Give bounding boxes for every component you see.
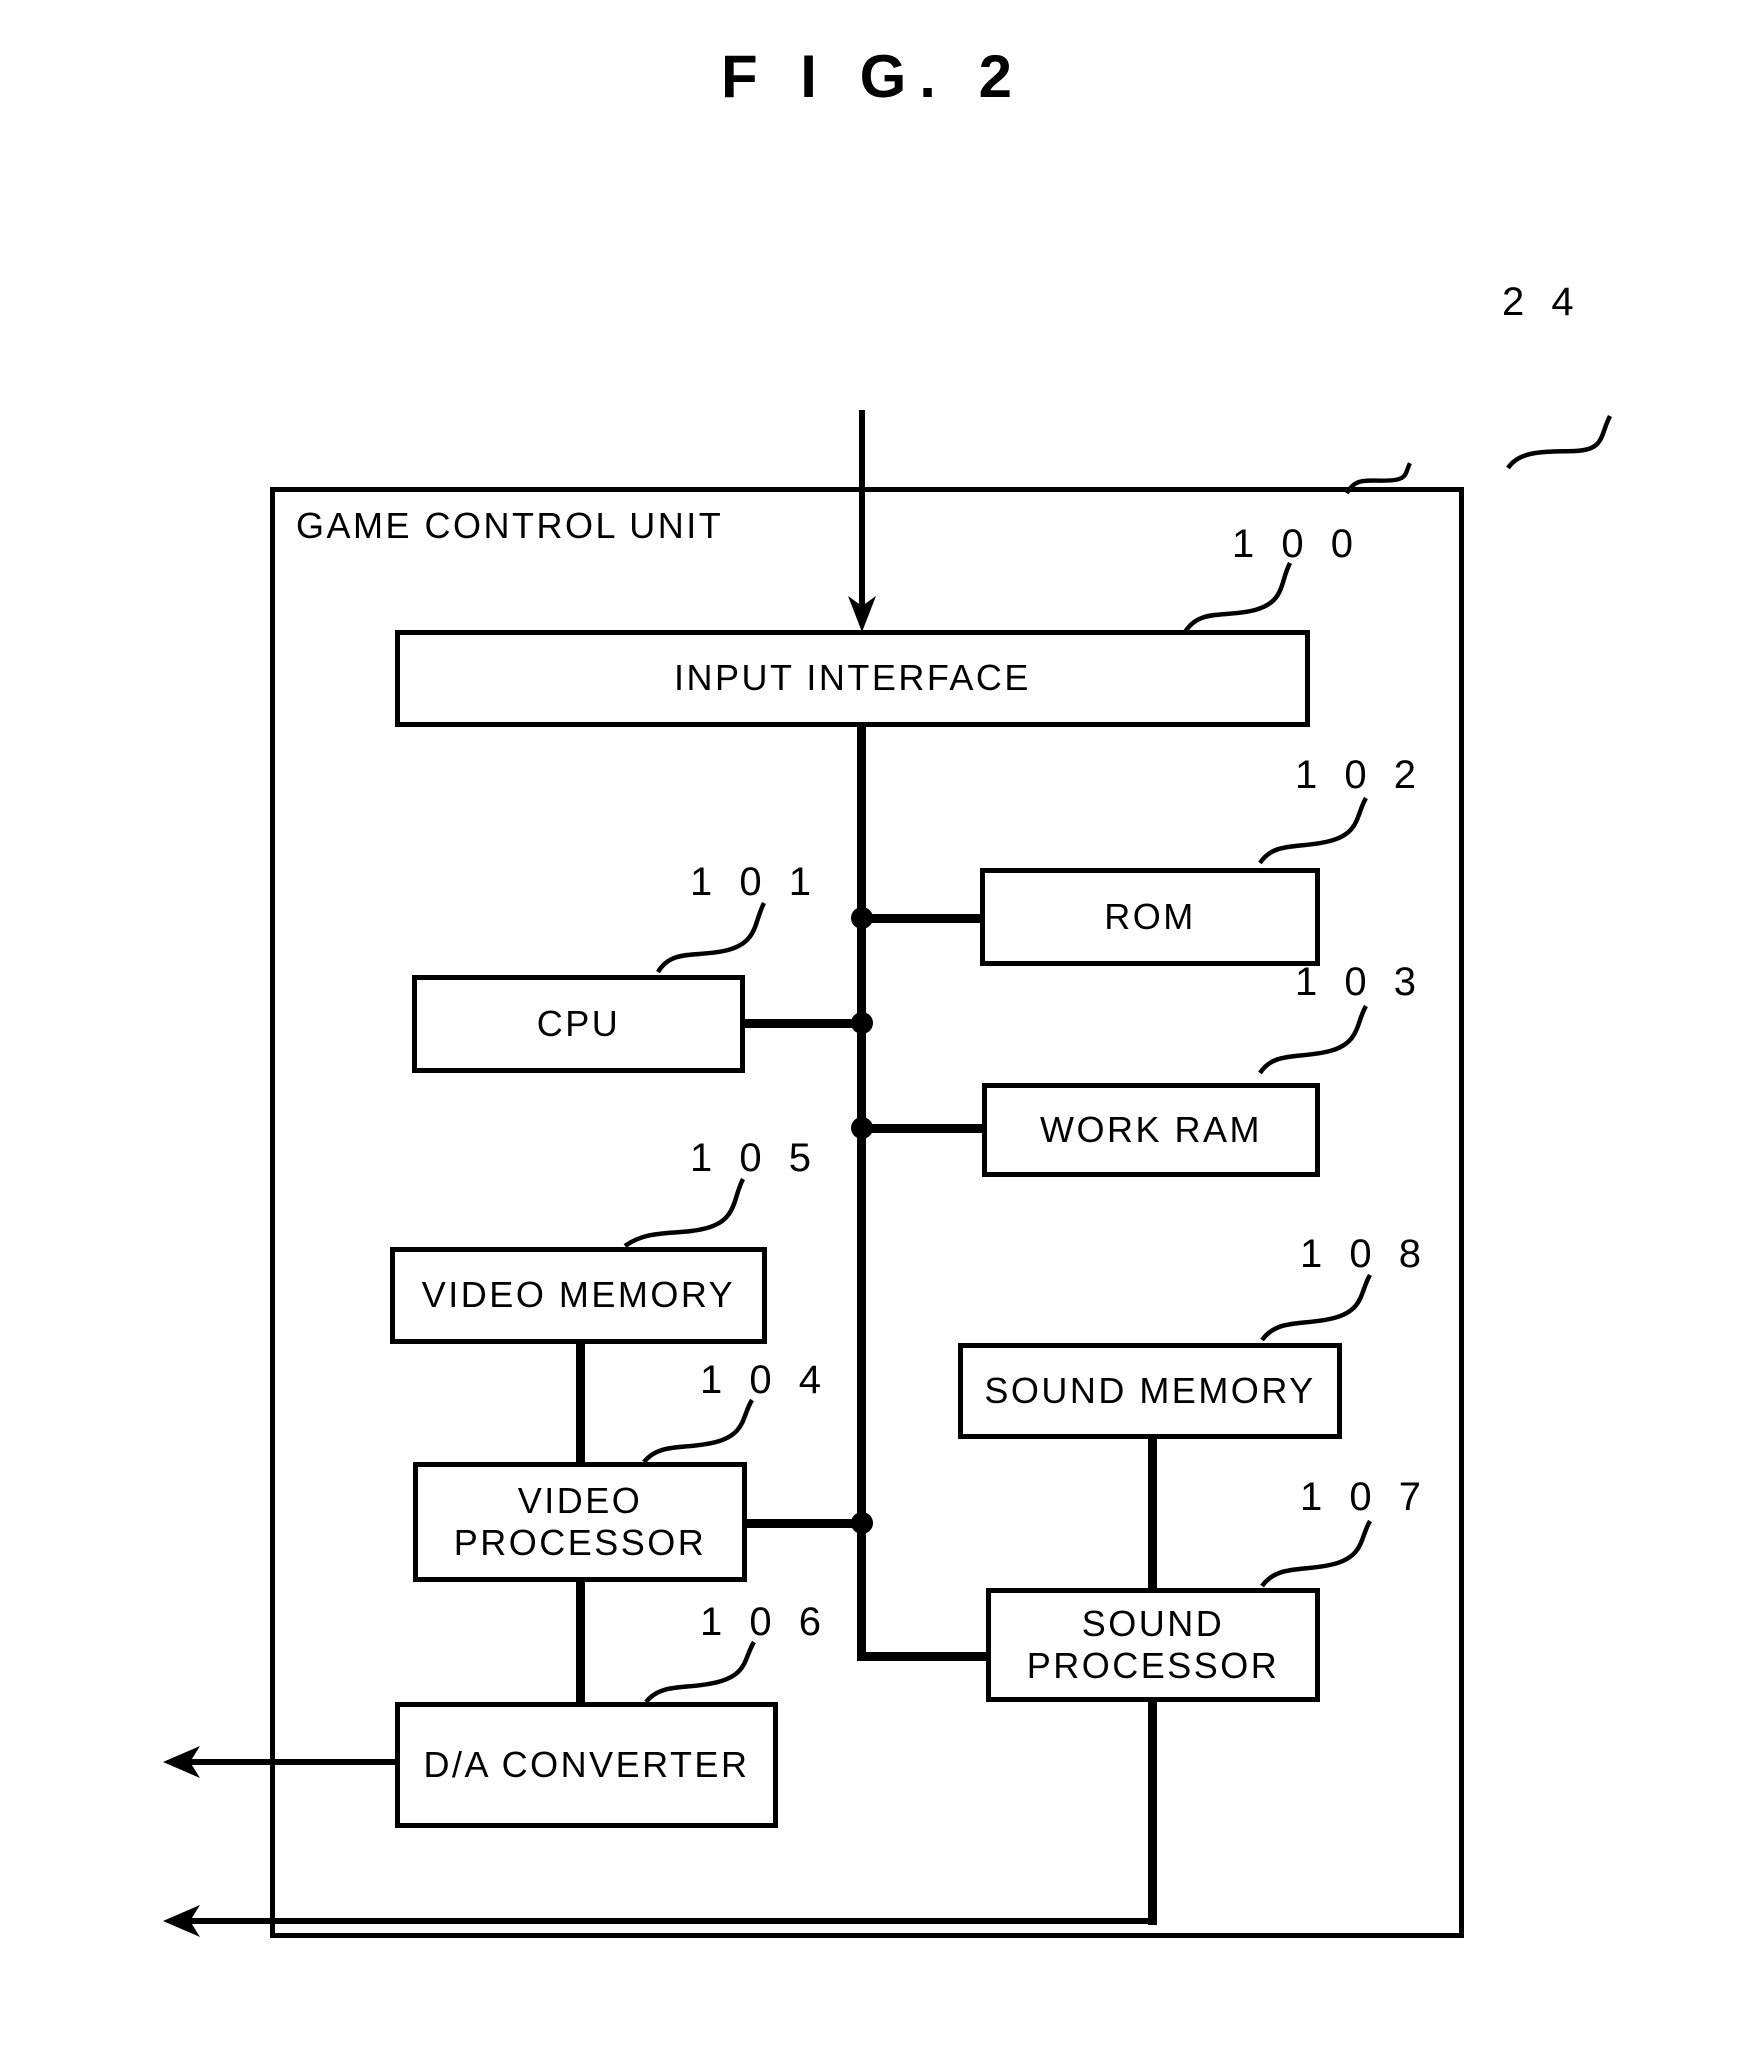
- leader-line-100: [1183, 561, 1293, 634]
- bus-stub-cpu: [745, 1019, 865, 1028]
- reference-numeral-102: 1 0 2: [1295, 753, 1424, 797]
- block-video-processor-label-line1: VIDEO: [517, 1479, 643, 1521]
- leader-line-103: [1258, 1004, 1368, 1075]
- link-sound-memory-processor: [1148, 1439, 1157, 1592]
- block-rom[interactable]: ROM: [980, 868, 1320, 966]
- block-work-ram[interactable]: WORK RAM: [982, 1083, 1320, 1177]
- leader-line-104: [642, 1398, 754, 1464]
- figure-title: F I G. 2: [720, 43, 1026, 110]
- leader-line-101: [656, 901, 767, 974]
- reference-numeral-104: 1 0 4: [700, 1358, 829, 1402]
- block-sound-processor-label-line2: PROCESSOR: [1026, 1645, 1280, 1686]
- block-da-converter-label: D/A CONVERTER: [423, 1743, 750, 1785]
- reference-numeral-103: 1 0 3: [1295, 960, 1424, 1004]
- bus-stub-work-ram: [862, 1124, 982, 1133]
- block-sound-processor[interactable]: SOUND PROCESSOR: [986, 1588, 1320, 1702]
- block-cpu-label: CPU: [536, 1002, 621, 1044]
- block-rom-label: ROM: [1104, 895, 1196, 937]
- bus-branch-sound-vertical: [857, 1519, 866, 1659]
- game-control-unit-label: GAME CONTROL UNIT: [296, 505, 724, 546]
- reference-numeral-107: 1 0 7: [1300, 1475, 1429, 1519]
- bus-junction-dot-rom: [851, 907, 873, 929]
- patent-figure-page: F I G. 2 GAME CONTROL UNIT 2 4 INPUT INT…: [0, 0, 1746, 2053]
- block-video-memory-label: VIDEO MEMORY: [421, 1274, 736, 1316]
- block-video-memory[interactable]: VIDEO MEMORY: [390, 1247, 767, 1344]
- bus-junction-dot-work-ram: [851, 1117, 873, 1139]
- reference-numeral-24: 2 4: [1502, 280, 1582, 324]
- block-sound-memory[interactable]: SOUND MEMORY: [958, 1343, 1342, 1439]
- bus-stub-rom: [862, 914, 982, 923]
- block-input-interface-label: INPUT INTERFACE: [674, 657, 1031, 699]
- link-video-processor-dac: [576, 1578, 585, 1706]
- block-work-ram-label: WORK RAM: [1040, 1108, 1262, 1150]
- leader-line-24: [1344, 414, 1613, 495]
- bus-stub-video-processor: [747, 1519, 865, 1528]
- block-sound-processor-label-line1: SOUND: [1081, 1602, 1225, 1644]
- bus-junction-dot-video-processor: [851, 1512, 873, 1534]
- block-da-converter[interactable]: D/A CONVERTER: [395, 1702, 778, 1828]
- leader-line-106: [644, 1640, 756, 1704]
- leader-line-108: [1260, 1273, 1372, 1342]
- reference-numeral-101: 1 0 1: [690, 860, 819, 904]
- leader-line-105: [623, 1177, 746, 1248]
- block-sound-memory-label: SOUND MEMORY: [984, 1369, 1316, 1411]
- link-video-memory-processor: [576, 1344, 585, 1466]
- link-sound-processor-output: [1148, 1700, 1157, 1925]
- bus-junction-dot-cpu: [851, 1012, 873, 1034]
- reference-numeral-108: 1 0 8: [1300, 1232, 1429, 1276]
- leader-line-107: [1260, 1519, 1372, 1588]
- reference-numeral-105: 1 0 5: [690, 1136, 819, 1180]
- reference-numeral-106: 1 0 6: [700, 1600, 829, 1644]
- block-video-processor-label-line2: PROCESSOR: [453, 1522, 707, 1563]
- leader-line-102: [1258, 796, 1368, 865]
- block-video-processor[interactable]: VIDEO PROCESSOR: [413, 1462, 747, 1582]
- bus-branch-sound-horizontal: [857, 1652, 992, 1661]
